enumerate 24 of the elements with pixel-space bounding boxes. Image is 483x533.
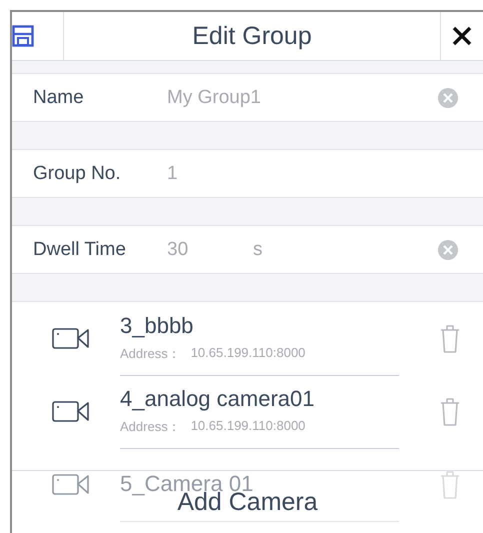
address-label: Address： bbox=[120, 418, 181, 436]
video-camera-icon bbox=[52, 399, 90, 424]
field-label: Group No. bbox=[32, 162, 122, 184]
address-value: 10.65.199.110:8000 bbox=[190, 345, 306, 362]
video-camera-icon bbox=[52, 326, 90, 351]
trash-icon[interactable] bbox=[439, 396, 461, 426]
trash-icon[interactable] bbox=[439, 324, 461, 354]
close-icon bbox=[452, 26, 472, 46]
field-value[interactable]: My Group1 bbox=[167, 86, 261, 108]
unit-label: s bbox=[253, 238, 262, 260]
field-label: Dwell Time bbox=[32, 238, 127, 260]
window-title: Edit Group bbox=[191, 20, 313, 52]
field-value[interactable]: 30 bbox=[167, 238, 227, 260]
save-button[interactable] bbox=[12, 12, 64, 60]
trash-icon[interactable] bbox=[439, 470, 461, 500]
field-value[interactable]: 1 bbox=[167, 162, 227, 184]
clear-icon[interactable] bbox=[438, 88, 458, 108]
field-label: Name bbox=[32, 86, 85, 108]
camera-name: 3_bbbb bbox=[120, 313, 194, 339]
address-label: Address： bbox=[120, 345, 181, 363]
clear-icon[interactable] bbox=[438, 240, 458, 260]
address-value: 10.65.199.110:8000 bbox=[190, 418, 306, 435]
camera-name: 4_analog camera01 bbox=[120, 386, 316, 412]
video-camera-icon bbox=[52, 472, 90, 497]
